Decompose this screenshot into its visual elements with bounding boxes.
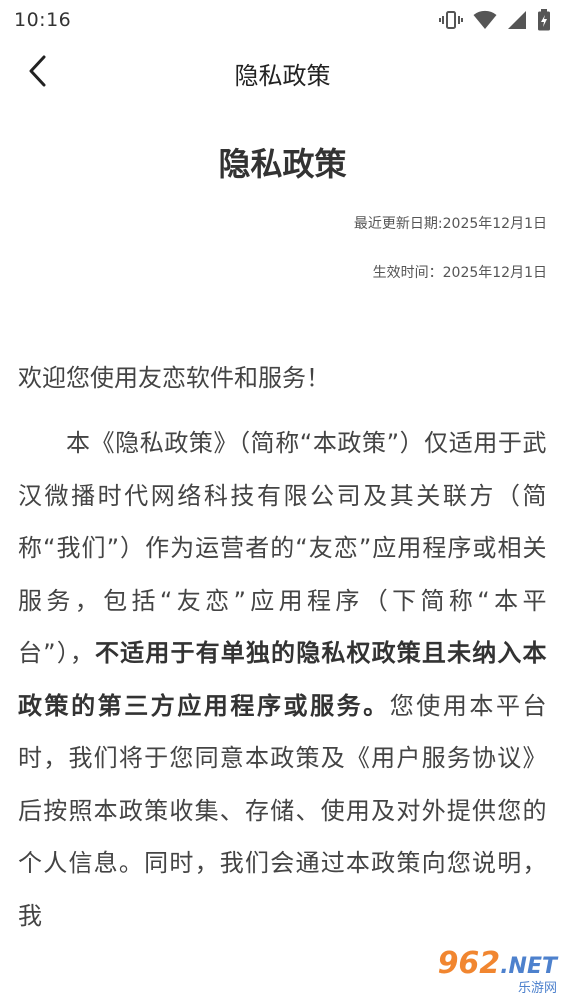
nav-bar: 隐私政策	[0, 40, 565, 106]
vibrate-icon	[439, 9, 463, 31]
document-content[interactable]: 隐私政策 最近更新日期:2025年12月1日 生效时间：2025年12月1日 欢…	[18, 106, 547, 966]
nav-title: 隐私政策	[234, 61, 331, 90]
policy-paragraph: 本《隐私政策》（简称“本政策”）仅适用于武汉微播时代网络科技有限公司及其关联方（…	[18, 417, 547, 942]
back-arrow-icon	[27, 54, 49, 92]
paragraph-intro: 本《隐私政策》（简称“本政策”）仅适用于武汉微播时代网络科技有限公司及其关联方（…	[18, 429, 547, 667]
signal-icon	[507, 10, 527, 30]
status-bar: 10:16	[0, 0, 565, 40]
watermark-number: 962	[437, 946, 501, 981]
greeting-text: 欢迎您使用友恋软件和服务！	[18, 364, 330, 392]
wifi-icon	[473, 10, 497, 30]
watermark-subtitle: 乐游网	[517, 981, 557, 996]
watermark-domain: .NET	[500, 954, 557, 979]
document-title: 隐私政策	[218, 145, 347, 183]
last-updated-date: 最近更新日期:2025年12月1日	[353, 216, 547, 232]
watermark-logo: 962 .NET 乐游网	[438, 946, 557, 996]
status-icons	[439, 9, 551, 31]
effective-date: 生效时间：2025年12月1日	[372, 265, 547, 281]
status-time: 10:16	[14, 9, 72, 31]
battery-icon	[537, 9, 551, 31]
paragraph-continuation: 您使用本平台时，我们将于您同意本政策及《用户服务协议》后按照本政策收集、存储、使…	[18, 691, 548, 930]
back-button[interactable]	[18, 53, 58, 93]
